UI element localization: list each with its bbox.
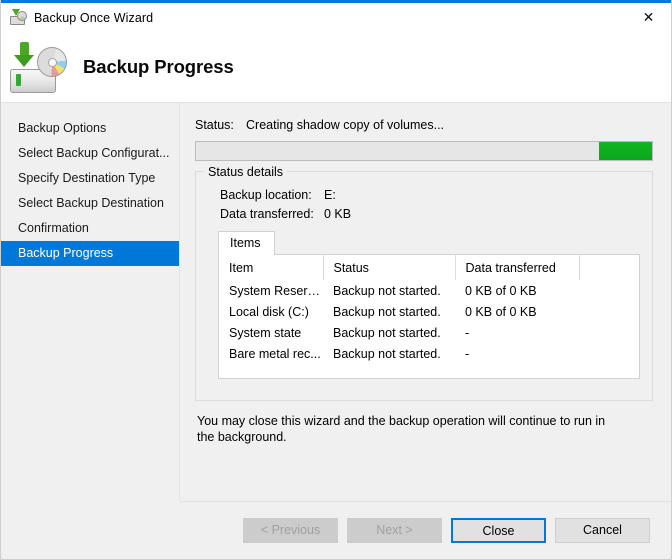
data-transferred-value: 0 KB: [324, 207, 352, 221]
status-details-group: Status details Backup location: E: Data …: [195, 165, 653, 401]
backup-once-wizard-window: Backup Once Wizard ✕ Backup Progress Bac…: [0, 0, 672, 560]
background-note: You may close this wizard and the backup…: [197, 414, 606, 444]
table-row[interactable]: System state Backup not started. -: [219, 322, 639, 343]
column-header-data-transferred[interactable]: Data transferred: [455, 255, 580, 280]
cell-status: Backup not started.: [333, 325, 441, 340]
status-details-title: Status details: [204, 165, 288, 179]
cell-data-transferred: 0 KB of 0 KB: [465, 283, 537, 298]
close-icon[interactable]: ✕: [626, 3, 671, 32]
cell-extra: [579, 322, 639, 343]
cell-item: Bare metal rec...: [229, 346, 321, 361]
cell-status: Backup not started.: [333, 346, 441, 361]
column-header-status[interactable]: Status: [323, 255, 456, 280]
title-bar: Backup Once Wizard ✕: [1, 3, 671, 32]
cell-status: Backup not started.: [333, 283, 441, 298]
backup-location-row: Backup location: E:: [220, 188, 642, 202]
sidebar-item-backup-options[interactable]: Backup Options: [1, 116, 179, 141]
backup-location-value: E:: [324, 188, 336, 202]
table-row[interactable]: Bare metal rec... Backup not started. -: [219, 343, 639, 364]
sidebar-item-specify-destination-type[interactable]: Specify Destination Type: [1, 166, 179, 191]
cell-data-transferred: -: [465, 346, 470, 361]
sidebar-item-select-backup-configuration[interactable]: Select Backup Configurat...: [1, 141, 179, 166]
cancel-button[interactable]: Cancel: [555, 517, 650, 543]
cell-data-transferred: 0 KB of 0 KB: [465, 304, 537, 319]
column-header-item[interactable]: Item: [219, 255, 324, 280]
table-row[interactable]: System Reserv... Backup not started. 0 K…: [219, 280, 639, 301]
wizard-step-nav: Backup Options Select Backup Configurat.…: [1, 103, 180, 501]
table-row[interactable]: Local disk (C:) Backup not started. 0 KB…: [219, 301, 639, 322]
cell-status: Backup not started.: [333, 304, 441, 319]
close-button[interactable]: Close: [451, 517, 546, 543]
column-header-extra[interactable]: [579, 255, 639, 280]
data-transferred-row: Data transferred: 0 KB: [220, 207, 642, 221]
progress-bar-fill: [599, 142, 652, 160]
wizard-content: Status: Creating shadow copy of volumes.…: [180, 103, 671, 501]
items-tab-panel: Item Status Data transferred System Rese…: [218, 254, 640, 379]
wizard-footer: < Previous Next > Close Cancel: [1, 501, 671, 559]
cell-extra: [579, 301, 639, 322]
cell-item: System state: [229, 325, 302, 340]
sidebar-item-confirmation[interactable]: Confirmation: [1, 216, 179, 241]
progress-bar: [195, 141, 653, 161]
table-header-row: Item Status Data transferred: [219, 255, 639, 280]
cell-data-transferred: -: [465, 325, 470, 340]
window-title: Backup Once Wizard: [34, 10, 154, 25]
backup-drive-icon: [10, 9, 27, 26]
status-value: Creating shadow copy of volumes...: [246, 118, 445, 132]
status-label: Status:: [195, 118, 234, 132]
tab-items[interactable]: Items: [218, 231, 275, 255]
sidebar-item-backup-progress[interactable]: Backup Progress: [1, 241, 179, 266]
data-transferred-label: Data transferred:: [220, 207, 314, 221]
footer-divider: [180, 501, 671, 502]
cell-extra: [579, 343, 639, 364]
backup-location-label: Backup location:: [220, 188, 312, 202]
backup-drive-icon: [9, 41, 69, 93]
next-button[interactable]: Next >: [347, 517, 442, 543]
wizard-banner: Backup Progress: [1, 32, 671, 103]
details-tabstrip: Items: [218, 230, 642, 255]
previous-button[interactable]: < Previous: [243, 517, 338, 543]
cell-item: System Reserv...: [229, 283, 323, 298]
sidebar-item-select-backup-destination[interactable]: Select Backup Destination: [1, 191, 179, 216]
cell-extra: [579, 280, 639, 301]
page-title: Backup Progress: [83, 56, 234, 77]
items-table: Item Status Data transferred System Rese…: [219, 255, 639, 364]
cell-item: Local disk (C:): [229, 304, 309, 319]
status-row: Status: Creating shadow copy of volumes.…: [195, 118, 653, 132]
wizard-body: Backup Options Select Backup Configurat.…: [1, 103, 671, 501]
